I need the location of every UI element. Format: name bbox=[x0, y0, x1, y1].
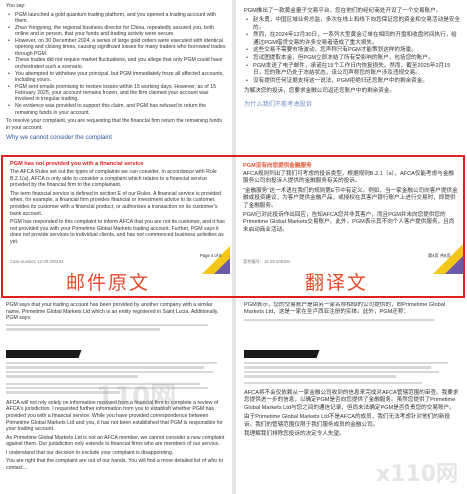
quoted-block bbox=[6, 362, 226, 394]
rule-paragraph: AFCA规则列出了我们可考虑的投诉类型。根据规则B.2.1（a），AFCA仅能考… bbox=[243, 171, 455, 185]
section-title: Why we cannot consider the complaint bbox=[6, 134, 112, 142]
list-item: However, on 30 December 2024, a series o… bbox=[6, 38, 226, 57]
entity-paragraph: PGM says that your trading account has b… bbox=[6, 302, 219, 322]
list-item: These trades did not require market fluc… bbox=[6, 57, 226, 70]
resolution-text: 为解决您的投诉，您要求金融公司返还您账户中的剩余资金。 bbox=[244, 88, 396, 95]
page-number: 第4页 共6页 bbox=[428, 253, 451, 258]
rule-paragraph: The AFCA Rules set out the types of comp… bbox=[10, 169, 217, 189]
list-item: You attempted to withdraw your principal… bbox=[6, 71, 226, 84]
intro-text: You say: bbox=[6, 3, 26, 9]
page-number: Page 4 of 6 bbox=[200, 253, 222, 258]
text-line bbox=[6, 328, 160, 331]
list-item: 然而，在2024年12月30日，一系列大型黄金订单在相同的开盘和收盘时间执行，给… bbox=[244, 32, 461, 46]
original-mail-stamp: 邮件原文 bbox=[66, 272, 151, 294]
section-title: 为什么我们不能考虑投诉 bbox=[244, 100, 313, 108]
quoted-block bbox=[244, 362, 461, 384]
resolution-text: To resolve your complaint, you are reque… bbox=[6, 117, 222, 131]
section-heading: PGM has not provided you with a financia… bbox=[10, 161, 144, 167]
translation-stamp: 翻译文 bbox=[305, 272, 369, 294]
membership-paragraph: 由于Primetime Global Markets Ltd不是AFCA的成员，… bbox=[244, 414, 451, 428]
jurisdiction-paragraph: AFCA will not rely solely on information… bbox=[6, 399, 223, 433]
english-page-low: PGM says that your trading account has b… bbox=[0, 302, 232, 344]
list-item: PGM launched a gold quantum trading plat… bbox=[6, 12, 226, 25]
brand-logo bbox=[6, 350, 76, 358]
case-number: Case number: 12-25-208194 bbox=[10, 259, 64, 264]
response-paragraph: PGM已对此投诉作出回应，告知AFCA您并非其客户，而且PGM并未向您提供您的P… bbox=[243, 212, 455, 233]
list-item: PGM sent emails promising to restore los… bbox=[6, 84, 226, 103]
brand-logo bbox=[244, 350, 314, 358]
english-page-top: You say: PGM launched a gold quantum tra… bbox=[0, 0, 232, 152]
text-line bbox=[6, 323, 209, 327]
list-item: 没有提供任何证据支持这一说法，PGM拒绝归还您账户中的剩余资金。 bbox=[244, 78, 461, 85]
list-item: 您试图提取本金，但PGM立即冻结了所有受影响的账户，包括您的账户。 bbox=[244, 55, 461, 62]
chinese-page-top: PGM推出了一款黄金量子交易平台，您在他们的经纪商处开设了一个交易账户。 赵永勇… bbox=[236, 0, 467, 152]
list-item: 赵永勇，中国区域业务总监，多次在线上和线下向您保证您的资金和交易活动是安全的。 bbox=[244, 17, 461, 31]
intro-text: PGM推出了一款黄金量子交易平台，您在他们的经纪商处开设了一个交易账户。 bbox=[244, 8, 442, 14]
disappointing-paragraph: I understand that our decision to exclud… bbox=[6, 449, 174, 456]
entity-paragraph: PGM表示，您的交易账户是由另一家名称相似的公司提供的，即Primetime G… bbox=[244, 302, 446, 316]
chinese-page-bottom: AFCA将不会仅依赖从一家金融公司收到的信息来完成对AFCA管辖范围的审查。我要… bbox=[236, 346, 467, 494]
list-item: PGM发送了电子邮件，承诺在15个工作日内恢复损失。然而，截至2025年2月15… bbox=[244, 63, 461, 77]
list-item: 这些交易不需要市场波动，您声称只有PGM才能策划这样的场景。 bbox=[244, 47, 461, 54]
chinese-page-mid: PGM没有向您提供金融服务 AFCA规则列出了我们可考虑的投诉类型。根据规则B.… bbox=[237, 158, 463, 296]
case-number: 案件编号：12-25-208194 bbox=[243, 259, 291, 264]
membership-paragraph: As Primetime Global Markets Ltd is not a… bbox=[6, 434, 225, 448]
allegation-list: 赵永勇，中国区域业务总监，多次在线上和线下向您保证您的资金和交易活动是安全的。 … bbox=[244, 17, 461, 85]
definition-paragraph: The term financial service is defined in… bbox=[10, 190, 222, 217]
definition-paragraph: "金融服务"这一术语在我们的规则第E节中有定义。例如，当一家金融公司向客户提供金… bbox=[243, 187, 458, 209]
english-page-mid: PGM has not provided you with a financia… bbox=[4, 158, 230, 296]
chinese-page-low: PGM表示，您的交易账户是由另一家名称相似的公司提供的，即Primetime G… bbox=[236, 302, 467, 344]
list-item: No evidence was provided to support this… bbox=[6, 103, 226, 116]
english-page-bottom: AFCA will not rely solely on information… bbox=[0, 346, 232, 494]
allegation-list: PGM launched a gold quantum trading plat… bbox=[6, 12, 226, 116]
list-item: Zhao Yongyong, the regional business dir… bbox=[6, 25, 226, 38]
jurisdiction-paragraph: AFCA将不会仅依赖从一家金融公司收到的信息来完成对AFCA管辖范围的审查。我要… bbox=[244, 389, 459, 411]
contact-paragraph: You are right that the complaint are out… bbox=[6, 458, 223, 472]
disappointing-paragraph: 我理解我们排除您投诉的决定令人失望。 bbox=[244, 430, 345, 437]
text-line bbox=[244, 318, 435, 322]
section-heading: PGM没有向您提供金融服务 bbox=[243, 163, 312, 169]
